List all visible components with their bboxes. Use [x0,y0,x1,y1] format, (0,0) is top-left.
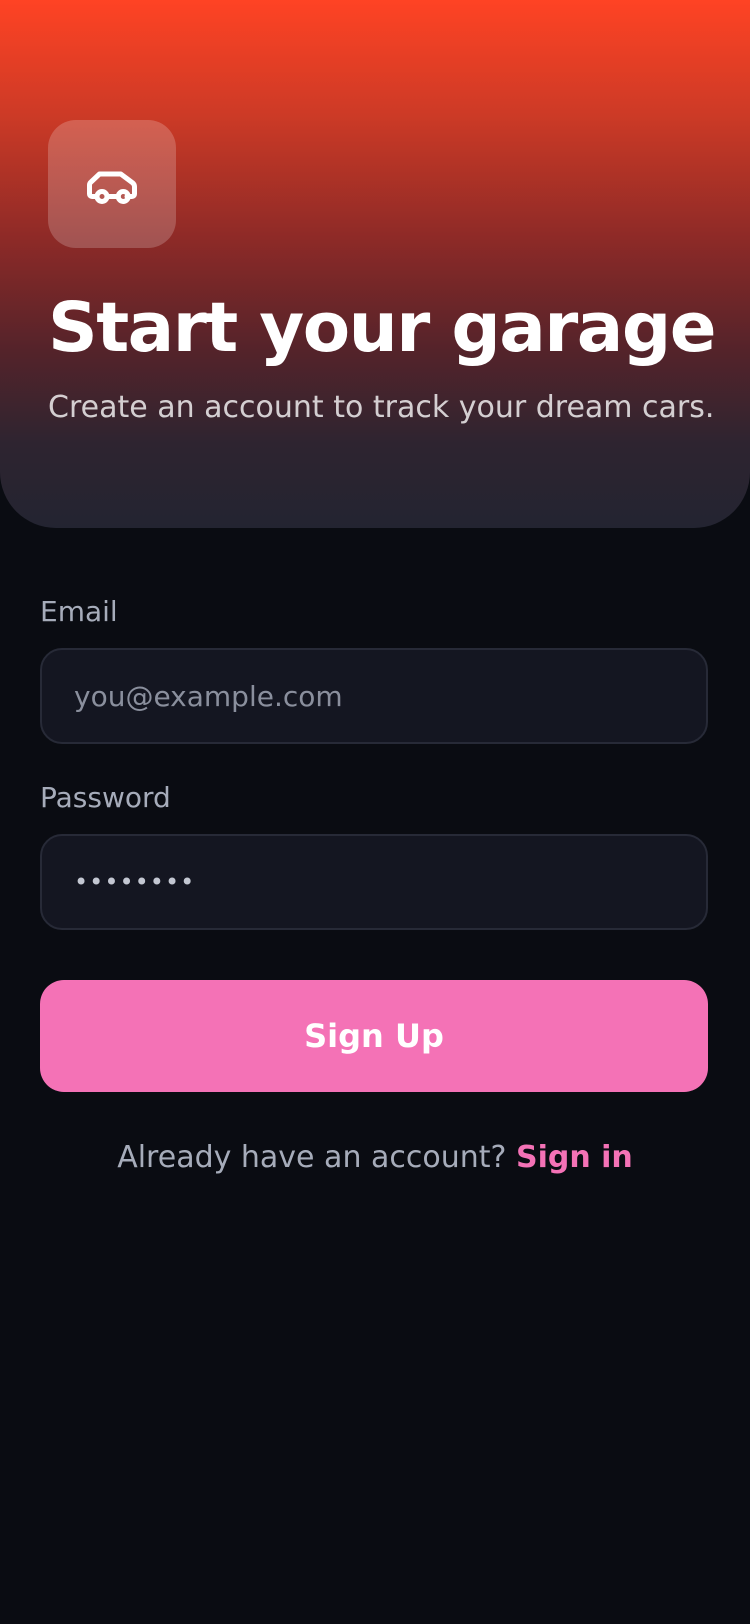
password-field [40,834,708,930]
email-field [40,648,708,744]
car-icon [87,171,137,204]
hero-header: Start your garage Create an account to t… [0,0,750,528]
email-input[interactable] [42,650,706,742]
password-label: Password [40,781,171,814]
email-label: Email [40,595,118,628]
sign-up-button[interactable]: Sign Up [40,980,708,1092]
page-subtitle: Create an account to track your dream ca… [48,390,715,425]
sign-in-prompt-text: Already have an account? [117,1140,507,1175]
password-input[interactable] [42,836,706,928]
page-title: Start your garage [48,288,717,368]
sign-in-link[interactable]: Sign in [516,1140,633,1175]
signup-screen: Start your garage Create an account to t… [0,0,750,1624]
app-logo [48,120,176,248]
sign-in-prompt: Already have an account? Sign in [0,1138,750,1178]
